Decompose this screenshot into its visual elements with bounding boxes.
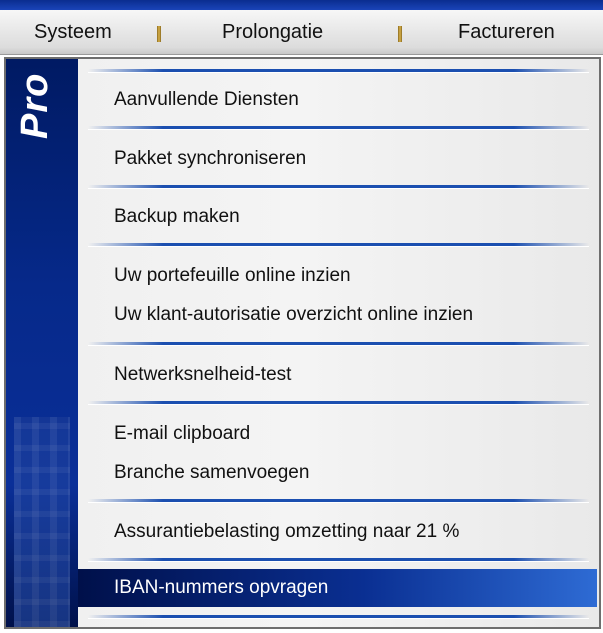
menu-factureren[interactable]: Factureren [458, 10, 555, 54]
menu-separator [398, 26, 402, 42]
menu-divider [88, 185, 589, 189]
building-image [14, 417, 70, 627]
menu-divider [88, 558, 589, 562]
menu-systeem[interactable]: Systeem [34, 10, 112, 54]
menu-bar: Systeem Prolongatie Factureren [0, 10, 603, 55]
pro-brand-label: Pro [14, 72, 56, 139]
menu-sidebar: Pro [6, 59, 78, 627]
menu-divider [88, 499, 589, 503]
menu-divider [88, 615, 589, 619]
menu-item-netwerksnelheid-test[interactable]: Netwerksnelheid-test [78, 356, 599, 394]
menu-divider [88, 243, 589, 247]
menu-divider [88, 401, 589, 405]
menu-divider [88, 126, 589, 130]
menu-separator [157, 26, 161, 42]
title-stripe [0, 0, 603, 10]
menu-item-branche-samenvoegen[interactable]: Branche samenvoegen [78, 454, 599, 492]
menu-item-pakket-synchroniseren[interactable]: Pakket synchroniseren [78, 140, 599, 178]
menu-items: Aanvullende Diensten Pakket synchroniser… [78, 59, 599, 627]
menu-item-iban-nummers-opvragen[interactable]: IBAN-nummers opvragen [78, 569, 597, 607]
systeem-dropdown-menu: Pro Aanvullende Diensten Pakket synchron… [4, 57, 601, 629]
menu-item-klant-autorisatie[interactable]: Uw klant-autorisatie overzicht online in… [78, 296, 599, 334]
menu-prolongatie[interactable]: Prolongatie [222, 10, 323, 54]
menu-item-assurantiebelasting[interactable]: Assurantiebelasting omzetting naar 21 % [78, 513, 599, 551]
menu-item-aanvullende-diensten[interactable]: Aanvullende Diensten [78, 81, 599, 119]
menu-item-backup-maken[interactable]: Backup maken [78, 198, 599, 236]
menu-item-email-clipboard[interactable]: E-mail clipboard [78, 415, 599, 453]
menu-divider [88, 69, 589, 73]
menu-item-portefeuille-online[interactable]: Uw portefeuille online inzien [78, 257, 599, 295]
menu-divider [88, 342, 589, 346]
